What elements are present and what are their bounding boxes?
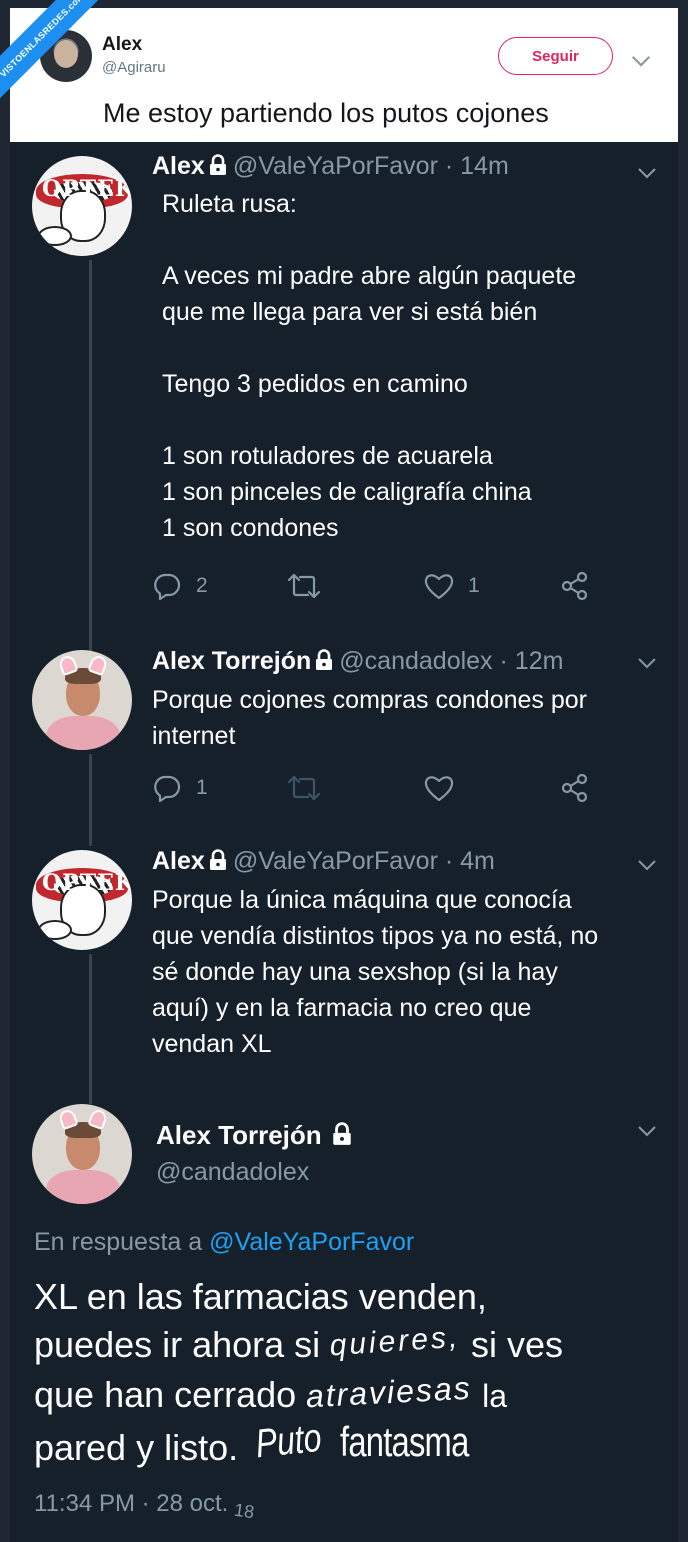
tweet-header: Alex Torrejón @candadolex · 12m [152,647,563,676]
text-segment: puedes ir ahora si [34,1324,321,1365]
author-name[interactable]: Alex [102,34,142,56]
timestamp-text: 11:34 PM · 28 oct. [34,1490,229,1517]
share-button[interactable] [560,772,590,804]
tweet-actions: 1 [152,772,612,804]
avatar-arm [38,920,72,940]
tweet-text-line: puedes ir ahora si quieres, si ves [34,1320,563,1366]
retweet-button[interactable] [286,570,322,602]
lock-icon [209,154,226,175]
like-button[interactable]: 1 [424,570,480,602]
author-handle[interactable]: @candadolex [339,647,492,675]
thread-connector [89,954,92,1104]
tweet-text-line: que han cerrado atraviesas la [34,1370,507,1416]
tweet-text-line: XL en las farmacias venden, [34,1276,487,1318]
tweet-actions: 2 1 [152,570,612,602]
tweet-timestamp[interactable]: 11:34 PM · 28 oct. 18 [34,1490,256,1522]
thread-screenshot: OPTEK Alex @ValeYaPorFavor · 14m Ruleta r… [10,142,678,1542]
tweet-text: Ruleta rusa: A veces mi padre abre algún… [162,190,577,542]
avatar-banner-text: OPTEK [42,870,132,896]
retweet-button [286,772,322,804]
avatar[interactable]: OPTEK [32,156,132,256]
text-segment: pared y listo. [34,1427,239,1468]
author-name[interactable]: Alex Torrejón [152,647,311,675]
chevron-down-icon[interactable] [636,858,658,872]
author-name[interactable]: Alex [152,152,205,180]
mention-link[interactable]: @ValeYaPorFavor [209,1228,414,1256]
author-handle[interactable]: @ValeYaPorFavor [233,152,438,180]
tweet-text-line: pared y listo. Puto fantasma [34,1416,505,1470]
reply-icon [154,775,181,803]
text-segment: si ves [470,1324,563,1365]
author-handle[interactable]: @ValeYaPorFavor [233,847,438,875]
tweet-time[interactable]: · 12m [500,647,564,675]
reply-count: 1 [196,776,208,799]
reply-icon [154,573,181,601]
in-reply-label: En respuesta a [34,1228,203,1256]
author-handle[interactable]: @Agiraru [102,59,166,76]
author-name[interactable]: Alex Torrejón [156,1120,358,1151]
text-segment: la [482,1378,507,1414]
tweet-text: Porque la única máquina que conocía que … [152,886,599,1058]
tweet-text: Me estoy partiendo los putos cojones [103,98,549,128]
avatar-shirt [46,716,120,750]
chevron-down-icon[interactable] [630,50,652,72]
tweet-text: Porque cojones compras condones por inte… [152,686,587,750]
share-button[interactable] [560,570,590,602]
avatar[interactable] [32,1104,132,1204]
page: Alex @Agiraru Seguir Me estoy partiendo … [0,0,688,1542]
reply-button[interactable]: 1 [152,772,208,804]
share-icon [561,571,588,601]
text-segment: que han cerrado [34,1374,297,1415]
thread-connector [89,754,92,846]
avatar-shirt [46,1170,120,1204]
author-name-text: Alex Torrejón [156,1120,322,1150]
avatar[interactable] [32,650,132,750]
share-icon [561,773,588,803]
chevron-down-icon[interactable] [636,1124,658,1138]
reply-button[interactable]: 2 [152,570,208,602]
lock-icon [209,849,226,870]
tweet-time[interactable]: · 4m [445,847,495,875]
avatar-banner-text: OPTEK [42,176,132,202]
text-segment: quieres, [328,1320,462,1363]
timestamp-year: 18 [232,1499,256,1523]
tweet-header: Alex @ValeYaPorFavor · 4m [152,847,495,876]
text-segment: Puto [253,1415,324,1467]
outer-tweet-card: Alex @Agiraru Seguir Me estoy partiendo … [10,8,678,142]
lock-icon [332,1122,351,1145]
author-name[interactable]: Alex [152,847,205,875]
avatar[interactable]: OPTEK [32,850,132,950]
chevron-down-icon[interactable] [636,166,658,180]
text-segment: XL en las farmacias venden, [34,1276,487,1317]
reply-count: 2 [196,574,208,597]
text-segment: fantasma [340,1418,469,1465]
tweet-time[interactable]: · 14m [445,152,509,180]
text-segment: atraviesas [305,1369,473,1415]
author-handle[interactable]: @candadolex [156,1158,309,1187]
like-count: 1 [468,574,480,597]
chevron-down-icon[interactable] [636,656,658,670]
avatar-arm [38,226,72,246]
tweet-header: Alex @ValeYaPorFavor · 14m [152,152,509,181]
in-reply-to: En respuesta a @ValeYaPorFavor [34,1228,414,1257]
retweet-icon [287,775,321,801]
lock-icon [316,649,333,670]
heart-icon [424,574,454,600]
follow-button[interactable]: Seguir [498,37,613,75]
like-button[interactable] [424,772,454,804]
retweet-icon [287,573,321,599]
heart-icon [424,776,454,802]
